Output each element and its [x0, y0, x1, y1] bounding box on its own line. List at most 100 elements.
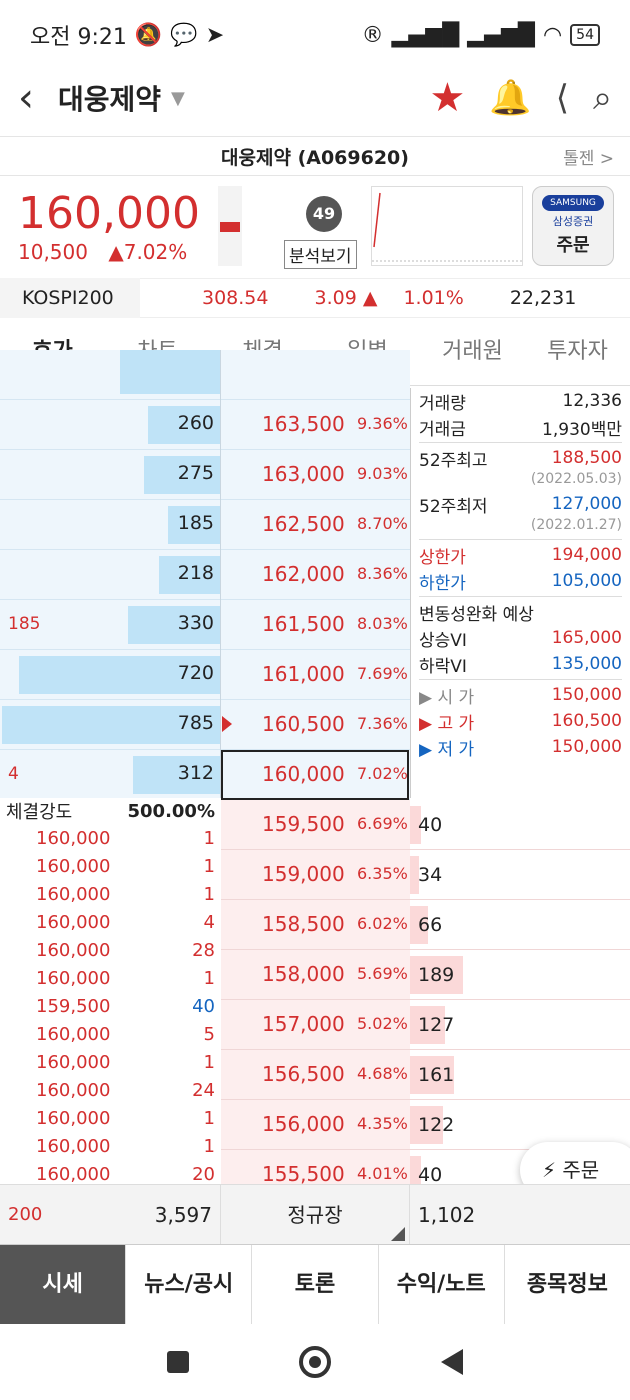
ask-extra: 4 — [8, 764, 19, 784]
analysis-score[interactable]: 49 — [306, 196, 342, 232]
trade-row: 160,000 24 — [0, 1076, 221, 1104]
current-price-box — [221, 750, 409, 800]
bid-row[interactable]: 158,000 5.69% — [221, 950, 410, 1000]
alarm-bell-icon[interactable]: 🔔 — [489, 78, 531, 118]
bottom-tab-info[interactable]: 종목정보 — [505, 1245, 630, 1324]
stock-title[interactable]: 대웅제약 — [58, 78, 161, 118]
volume-value: 12,336 — [562, 391, 622, 411]
ask-row[interactable]: 218 162,000 8.36% — [0, 550, 410, 600]
open-label: ▶ 시 가 — [419, 687, 475, 708]
session-label[interactable]: 정규장 — [220, 1184, 410, 1245]
ask-qty: 275 — [177, 462, 214, 484]
price-change: 10,500 ▲7.02% — [18, 240, 201, 264]
price-marker — [218, 186, 242, 266]
trade-price: 160,000 — [36, 1135, 111, 1157]
trade-list: 체결강도 500.00% 160,000 1 160,000 1 160,000 1 160… — [0, 798, 221, 1185]
ask-row[interactable]: 4 312 160,000 7.02% — [0, 750, 410, 800]
index-row[interactable]: KOSPI200 308.54 3.09 ▲ 1.01% 22,231 — [0, 278, 630, 318]
current-price: 160,000 — [18, 188, 200, 239]
low-label: ▶ 저 가 — [419, 739, 475, 760]
bid-row[interactable]: 159,500 6.69% — [221, 800, 410, 850]
amount-label: 거래금 — [419, 419, 466, 440]
ask-row[interactable]: 720 161,000 7.69% — [0, 650, 410, 700]
session-text: 정규장 — [287, 1202, 343, 1227]
bid-row[interactable]: 158,500 6.02% — [221, 900, 410, 950]
trade-price: 160,000 — [36, 827, 111, 849]
high-value: 160,500 — [551, 711, 622, 731]
bid-row[interactable]: 156,500 4.68% — [221, 1050, 410, 1100]
recents-icon[interactable] — [167, 1351, 189, 1373]
bid-row[interactable]: 157,000 5.02% — [221, 1000, 410, 1050]
upper-limit-label: 상한가 — [419, 547, 466, 568]
vi-up-label: 상승VI — [419, 630, 467, 651]
bid-qty-cell[interactable]: 40 — [410, 800, 630, 850]
trade-row: 160,000 1 — [0, 1132, 221, 1160]
bottom-tab-profit[interactable]: 수익/노트 — [379, 1245, 505, 1324]
mute-icon: 🔕 — [134, 22, 163, 48]
android-nav-bar — [0, 1324, 630, 1400]
favorite-star-icon[interactable]: ★ — [429, 75, 465, 121]
trade-qty: 1 — [203, 883, 215, 905]
bid-pct: 6.35% — [357, 864, 408, 883]
ask-qty: 185 — [177, 512, 214, 534]
trade-price: 160,000 — [36, 1107, 111, 1129]
back-icon[interactable]: ‹ — [18, 75, 54, 121]
bid-price: 158,000 — [262, 962, 345, 986]
bid-pct: 5.69% — [357, 964, 408, 983]
home-icon[interactable] — [299, 1346, 331, 1378]
ask-pct: 7.69% — [357, 664, 408, 683]
index-pct: 1.01% — [403, 287, 464, 309]
ask-pct: 9.36% — [357, 414, 408, 433]
bid-qty: 34 — [418, 864, 443, 886]
ask-pct: 9.03% — [357, 464, 408, 483]
trade-qty: 1 — [203, 1135, 215, 1157]
price-area: 160,000 10,500 ▲7.02% 49 분석보기 SAMSUNG 삼성… — [0, 178, 630, 274]
bid-qty-cell[interactable]: 161 — [410, 1050, 630, 1100]
ask-row[interactable]: 275 163,000 9.03% — [0, 450, 410, 500]
bottom-tab-discussion[interactable]: 토론 — [252, 1245, 379, 1324]
ask-pct: 7.36% — [357, 714, 408, 733]
bid-row[interactable]: 159,000 6.35% — [221, 850, 410, 900]
broker-order-button[interactable]: SAMSUNG 삼성증권 주문 — [532, 186, 614, 266]
trade-qty: 40 — [192, 995, 215, 1017]
bid-row[interactable]: 156,000 4.35% — [221, 1100, 410, 1150]
bid-qty-cell[interactable]: 189 — [410, 950, 630, 1000]
trade-row: 160,000 1 — [0, 964, 221, 992]
share-icon[interactable]: ⟨ — [556, 78, 569, 118]
ask-row[interactable]: 185 330 161,500 8.03% — [0, 600, 410, 650]
bid-pct: 6.02% — [357, 914, 408, 933]
toggle-button[interactable]: 톨젠 > — [563, 144, 614, 169]
ask-qty: 218 — [177, 562, 214, 584]
ask-pct: 8.70% — [357, 514, 408, 533]
bid-qty: 127 — [418, 1014, 455, 1036]
ask-row[interactable]: 260 163,500 9.36% — [0, 400, 410, 450]
tab-broker[interactable]: 거래원 — [420, 320, 525, 385]
bid-qty-cell[interactable]: 127 — [410, 1000, 630, 1050]
index-change: 3.09 ▲ — [314, 287, 378, 309]
status-bar: 오전 9:21 🔕 💬 ➤ ® ▂▄▆█ ▂▄▆█ ◠ 54 — [0, 0, 630, 70]
bid-qty-cell[interactable]: 34 — [410, 850, 630, 900]
ask-price: 163,000 — [262, 462, 345, 486]
ask-price: 162,500 — [262, 512, 345, 536]
bottom-tab-news[interactable]: 뉴스/공시 — [126, 1245, 253, 1324]
mini-chart-svg — [372, 192, 524, 262]
trade-price: 160,000 — [36, 855, 111, 877]
back-nav-icon[interactable] — [441, 1349, 463, 1375]
analysis-button[interactable]: 분석보기 — [284, 240, 357, 269]
search-icon[interactable]: ⌕ — [593, 78, 612, 118]
trade-qty: 28 — [192, 939, 215, 961]
bid-qty-cell[interactable]: 66 — [410, 900, 630, 950]
dropdown-icon[interactable]: ▼ — [171, 88, 185, 109]
summary-bar: 200 3,597 정규장 1,102 — [0, 1184, 630, 1245]
bottom-tab-quote[interactable]: 시세 — [0, 1245, 127, 1324]
tab-investor[interactable]: 투자자 — [525, 320, 630, 385]
mini-chart[interactable] — [371, 186, 524, 266]
battery-icon: 54 — [570, 24, 600, 46]
ask-row[interactable]: 185 162,500 8.70% — [0, 500, 410, 550]
ask-row[interactable]: 785 160,500 7.36% — [0, 700, 410, 750]
high-marker-icon — [222, 716, 232, 732]
low52-value: 127,000 — [551, 494, 622, 514]
ask-price: 160,500 — [262, 712, 345, 736]
bid-qty: 161 — [418, 1064, 455, 1086]
upper-limit-value: 194,000 — [551, 545, 622, 565]
